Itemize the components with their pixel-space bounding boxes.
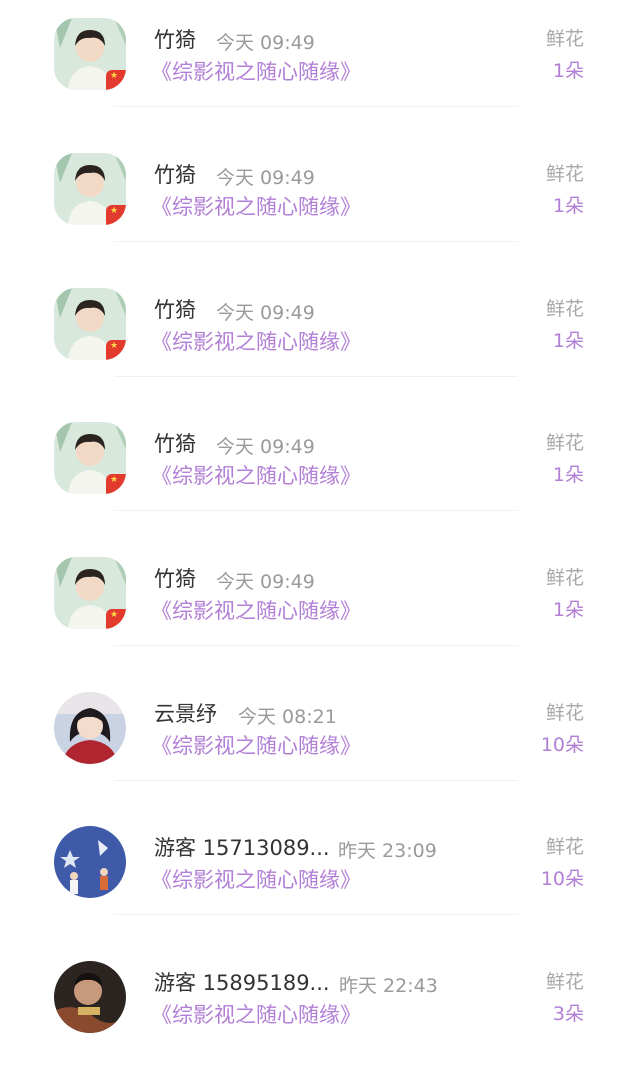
gift-record-list: 竹猗 今天 09:49 《综影视之随心随缘》 鲜花 1朵 竹猗 今天 09:49… [0, 0, 640, 1042]
row-divider [114, 241, 518, 242]
avatar[interactable] [54, 692, 126, 764]
row-divider [114, 914, 518, 915]
book-title-link[interactable]: 《综影视之随心随缘》 [151, 864, 361, 894]
avatar[interactable] [54, 422, 126, 494]
record-time: 今天 09:49 [216, 167, 315, 189]
gift-amount: 1朵 [552, 195, 584, 217]
gift-amount: 10朵 [540, 734, 584, 756]
gift-type-label: 鲜花 [545, 836, 584, 858]
illustration-stars-icon [54, 826, 126, 898]
gift-type-label: 鲜花 [545, 298, 584, 320]
row-divider [114, 780, 518, 781]
flag-badge-icon [106, 474, 126, 494]
avatar[interactable] [54, 18, 126, 90]
list-item[interactable]: 竹猗 今天 09:49 《综影视之随心随缘》 鲜花 1朵 [0, 270, 640, 405]
flag-badge-icon [106, 609, 126, 629]
avatar[interactable] [54, 288, 126, 360]
gift-amount: 1朵 [552, 330, 584, 352]
gift-amount: 3朵 [552, 1003, 584, 1025]
list-item[interactable]: 竹猗 今天 09:49 《综影视之随心随缘》 鲜花 1朵 [0, 539, 640, 674]
user-name[interactable]: 竹猗 [154, 159, 196, 189]
avatar[interactable] [54, 557, 126, 629]
portrait-girl-icon [54, 692, 126, 764]
gift-amount: 1朵 [552, 60, 584, 82]
book-title-link[interactable]: 《综影视之随心随缘》 [151, 595, 361, 625]
gift-type-label: 鲜花 [545, 567, 584, 589]
user-name[interactable]: 竹猗 [154, 428, 196, 458]
avatar[interactable] [54, 153, 126, 225]
list-item[interactable]: 竹猗 今天 09:49 《综影视之随心随缘》 鲜花 1朵 [0, 404, 640, 539]
avatar[interactable] [54, 961, 126, 1033]
book-title-link[interactable]: 《综影视之随心随缘》 [151, 999, 361, 1029]
flag-badge-icon [106, 340, 126, 360]
gift-amount: 1朵 [552, 599, 584, 621]
book-title-link[interactable]: 《综影视之随心随缘》 [151, 460, 361, 490]
gift-amount: 10朵 [540, 868, 584, 890]
row-divider [114, 106, 518, 107]
record-time: 今天 09:49 [216, 302, 315, 324]
gift-amount: 1朵 [552, 464, 584, 486]
record-time: 昨天 22:43 [339, 975, 438, 997]
user-name[interactable]: 游客 15895189... [154, 967, 330, 997]
flag-badge-icon [106, 205, 126, 225]
book-title-link[interactable]: 《综影视之随心随缘》 [151, 191, 361, 221]
row-divider [114, 510, 518, 511]
list-item[interactable]: 游客 15713089... 昨天 23:09 《综影视之随心随缘》 鲜花 10… [0, 808, 640, 943]
portrait-dark-icon [54, 961, 126, 1033]
list-item[interactable]: 云景纾 今天 08:21 《综影视之随心随缘》 鲜花 10朵 [0, 674, 640, 809]
book-title-link[interactable]: 《综影视之随心随缘》 [151, 326, 361, 356]
record-time: 今天 09:49 [216, 436, 315, 458]
gift-type-label: 鲜花 [545, 28, 584, 50]
list-item[interactable]: 竹猗 今天 09:49 《综影视之随心随缘》 鲜花 1朵 [0, 135, 640, 270]
book-title-link[interactable]: 《综影视之随心随缘》 [151, 56, 361, 86]
flag-badge-icon [106, 70, 126, 90]
record-time: 昨天 23:09 [338, 840, 437, 862]
gift-type-label: 鲜花 [545, 163, 584, 185]
user-name[interactable]: 游客 15713089... [154, 832, 330, 862]
record-time: 今天 08:21 [238, 706, 337, 728]
row-divider [114, 645, 518, 646]
gift-type-label: 鲜花 [545, 432, 584, 454]
record-time: 今天 09:49 [216, 571, 315, 593]
user-name[interactable]: 云景纾 [154, 698, 217, 728]
gift-type-label: 鲜花 [545, 702, 584, 724]
list-item[interactable]: 竹猗 今天 09:49 《综影视之随心随缘》 鲜花 1朵 [0, 0, 640, 135]
gift-type-label: 鲜花 [545, 971, 584, 993]
user-name[interactable]: 竹猗 [154, 24, 196, 54]
book-title-link[interactable]: 《综影视之随心随缘》 [151, 730, 361, 760]
avatar[interactable] [54, 826, 126, 898]
row-divider [114, 376, 518, 377]
list-item[interactable]: 游客 15895189... 昨天 22:43 《综影视之随心随缘》 鲜花 3朵 [0, 943, 640, 1078]
user-name[interactable]: 竹猗 [154, 294, 196, 324]
user-name[interactable]: 竹猗 [154, 563, 196, 593]
record-time: 今天 09:49 [216, 32, 315, 54]
